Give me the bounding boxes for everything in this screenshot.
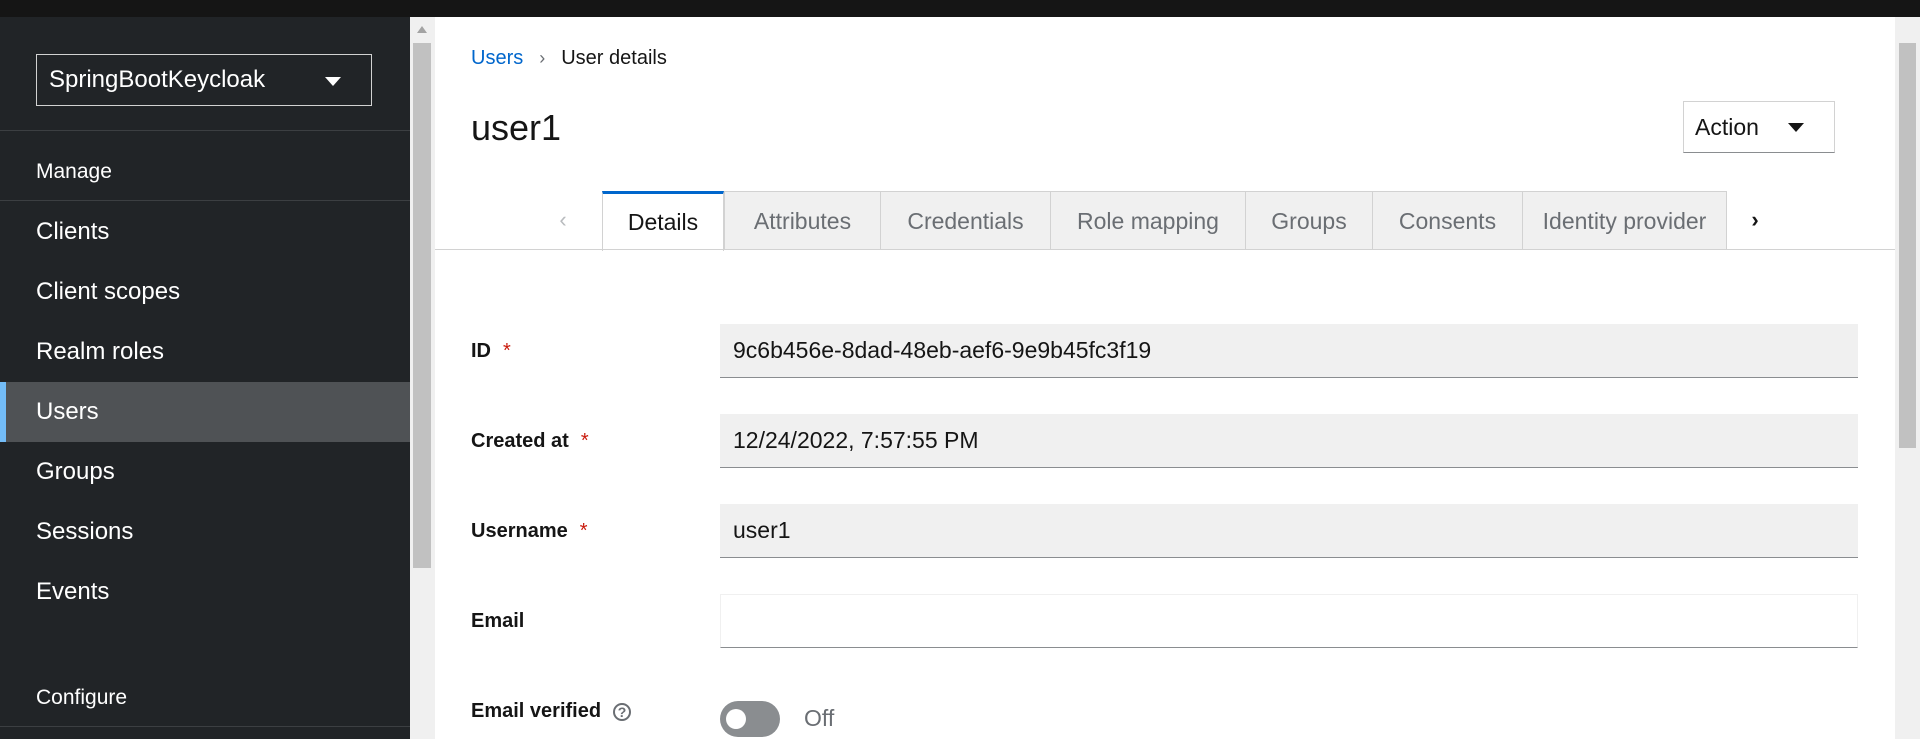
nav-section-manage: Manage — [36, 160, 112, 183]
caret-down-icon — [1788, 123, 1804, 132]
required-marker: * — [503, 340, 511, 362]
tab-consents[interactable]: Consents — [1372, 191, 1522, 250]
breadcrumb-current: User details — [561, 47, 667, 69]
sidebar: SpringBootKeycloak Manage Clients Client… — [0, 17, 410, 739]
created-at-value: 12/24/2022, 7:57:55 PM — [733, 427, 979, 453]
divider — [0, 726, 410, 727]
page-title: user1 — [471, 107, 562, 148]
divider — [0, 200, 410, 201]
content-scrollbar-left[interactable] — [410, 17, 435, 739]
id-label-text: ID — [471, 340, 491, 362]
required-marker: * — [579, 520, 588, 542]
username-value: user1 — [733, 517, 791, 543]
created-at-label-text: Created at — [471, 430, 569, 452]
tab-details[interactable]: Details — [602, 191, 724, 251]
breadcrumb-users-link[interactable]: Users — [471, 47, 523, 70]
username-label: Username * — [471, 520, 588, 543]
toggle-knob — [726, 709, 746, 729]
id-field[interactable]: 9c6b456e-8dad-48eb-aef6-9e9b45fc3f19 — [720, 324, 1858, 378]
caret-down-icon — [325, 77, 341, 86]
realm-selector-label: SpringBootKeycloak — [49, 66, 266, 93]
sidebar-item-events[interactable]: Events — [0, 562, 410, 622]
tab-role-mapping[interactable]: Role mapping — [1050, 191, 1245, 250]
tab-scroll-right-button[interactable]: › — [1727, 191, 1783, 249]
help-icon[interactable]: ? — [613, 702, 632, 721]
nav-section-configure: Configure — [36, 686, 128, 709]
sidebar-item-sessions[interactable]: Sessions — [0, 502, 410, 562]
top-bar — [0, 0, 1920, 17]
divider — [0, 130, 410, 131]
email-field[interactable] — [720, 594, 1858, 648]
tab-attributes[interactable]: Attributes — [724, 191, 880, 250]
email-verified-toggle[interactable] — [720, 701, 780, 737]
username-field[interactable]: user1 — [720, 504, 1858, 558]
action-dropdown-label: Action — [1695, 113, 1759, 140]
id-label: ID * — [471, 340, 511, 363]
chevron-left-icon: ‹ — [559, 207, 567, 232]
tab-credentials[interactable]: Credentials — [880, 191, 1050, 250]
sidebar-item-realm-roles[interactable]: Realm roles — [0, 322, 410, 382]
created-at-field[interactable]: 12/24/2022, 7:57:55 PM — [720, 414, 1858, 468]
scroll-up-icon[interactable] — [417, 26, 427, 33]
tab-scroll-left-button[interactable]: ‹ — [539, 191, 587, 249]
email-verified-state: Off — [804, 705, 835, 731]
required-marker: * — [580, 430, 589, 452]
realm-selector[interactable]: SpringBootKeycloak — [36, 54, 372, 106]
email-label-text: Email — [471, 610, 525, 632]
scrollbar-thumb[interactable] — [413, 43, 431, 568]
email-verified-label-text: Email verified — [471, 700, 602, 722]
chevron-right-icon: › — [539, 48, 546, 68]
created-at-label: Created at * — [471, 430, 589, 453]
email-verified-label: Email verified ? — [471, 700, 632, 723]
sidebar-item-users[interactable]: Users — [0, 382, 410, 442]
main-content: Users › User details user1 Action ‹ Deta… — [435, 17, 1895, 739]
sidebar-item-client-scopes[interactable]: Client scopes — [0, 262, 410, 322]
tab-groups[interactable]: Groups — [1245, 191, 1372, 250]
chevron-right-icon: › — [1751, 207, 1759, 232]
page-scrollbar-right[interactable] — [1895, 17, 1920, 739]
username-label-text: Username — [471, 520, 568, 542]
id-value: 9c6b456e-8dad-48eb-aef6-9e9b45fc3f19 — [733, 337, 1152, 363]
tab-identity-provider[interactable]: Identity provider — [1522, 191, 1727, 250]
sidebar-item-groups[interactable]: Groups — [0, 442, 410, 502]
tabs-divider — [435, 249, 1895, 250]
email-label: Email — [471, 610, 524, 633]
breadcrumb: Users › User details — [471, 47, 667, 70]
sidebar-item-clients[interactable]: Clients — [0, 202, 410, 262]
scrollbar-thumb[interactable] — [1899, 43, 1916, 448]
action-dropdown[interactable]: Action — [1683, 101, 1835, 153]
